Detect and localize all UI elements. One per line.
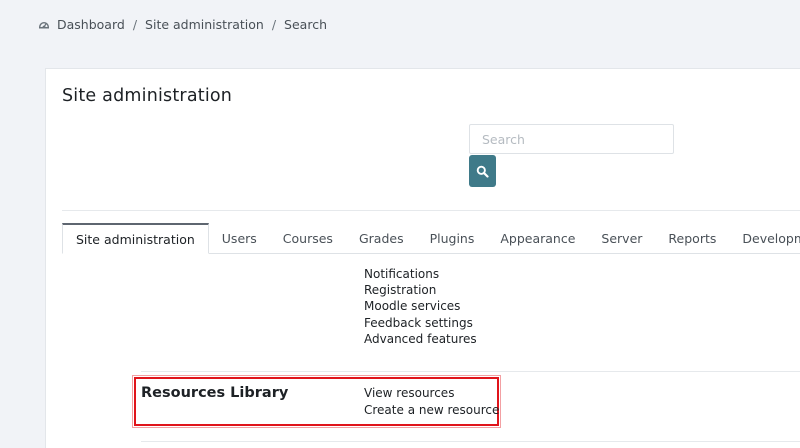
tab-users[interactable]: Users [209, 223, 270, 253]
dashboard-icon [38, 18, 50, 30]
link-view-resources[interactable]: View resources [364, 386, 454, 400]
link-advanced-features[interactable]: Advanced features [364, 332, 477, 346]
breadcrumb: Dashboard / Site administration / Search [38, 15, 327, 33]
breadcrumb-site-administration[interactable]: Site administration [145, 17, 264, 32]
link-registration[interactable]: Registration [364, 283, 436, 297]
tab-appearance[interactable]: Appearance [487, 223, 588, 253]
link-create-new-resource[interactable]: Create a new resource [364, 403, 499, 417]
page-title: Site administration [62, 86, 233, 106]
tab-grades[interactable]: Grades [346, 223, 417, 253]
breadcrumb-search: Search [284, 16, 327, 32]
tab-courses[interactable]: Courses [270, 223, 346, 253]
tab-plugins[interactable]: Plugins [417, 223, 488, 253]
divider [141, 441, 800, 442]
link-feedback-settings[interactable]: Feedback settings [364, 316, 473, 330]
breadcrumb-separator: / [271, 16, 277, 32]
divider [62, 210, 800, 211]
link-notifications[interactable]: Notifications [364, 267, 439, 281]
tab-site-administration[interactable]: Site administration [62, 223, 209, 254]
breadcrumb-dashboard[interactable]: Dashboard [57, 17, 125, 32]
search-icon [476, 165, 489, 178]
link-moodle-services[interactable]: Moodle services [364, 299, 460, 313]
search-button[interactable] [469, 155, 496, 187]
main-card: Site administration Site administration … [45, 68, 800, 448]
tab-development[interactable]: Development [729, 223, 800, 253]
tab-reports[interactable]: Reports [655, 223, 729, 253]
search-input[interactable] [469, 124, 674, 154]
resources-library-heading: Resources Library [141, 385, 289, 401]
tab-server[interactable]: Server [588, 223, 655, 253]
divider [141, 371, 800, 372]
admin-tabs: Site administration Users Courses Grades… [62, 223, 800, 254]
breadcrumb-separator: / [132, 16, 138, 32]
